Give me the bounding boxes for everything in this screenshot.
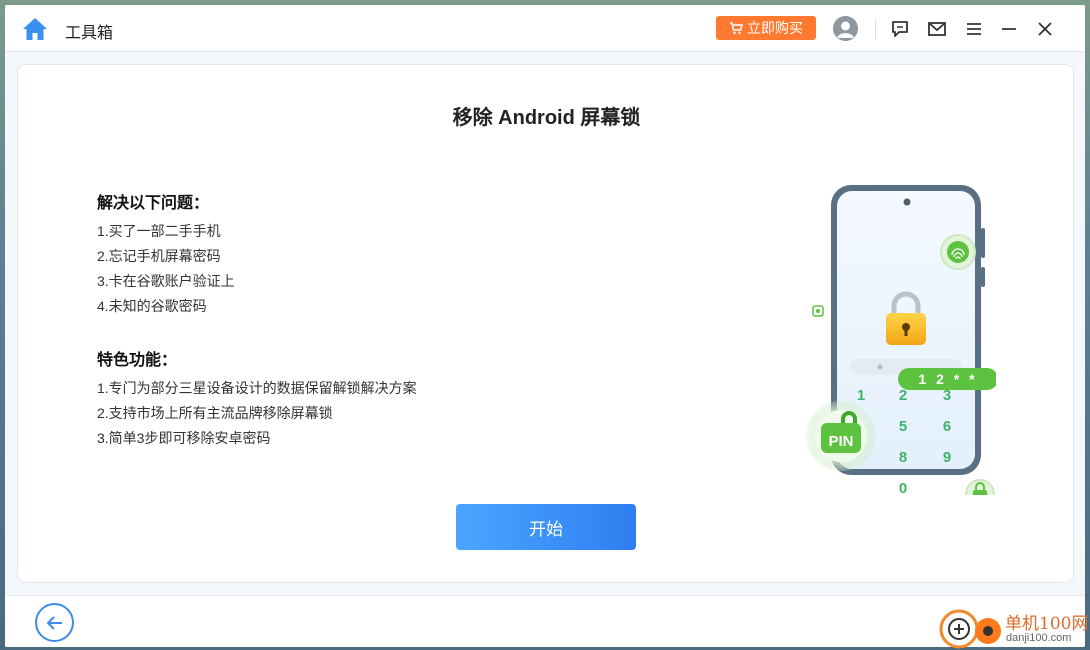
problem-item: 4.未知的谷歌密码: [97, 298, 207, 314]
keypad-key: 6: [943, 418, 951, 435]
phone-unlock-illustration: 1 2 * * 1 2 3 5 6 8 9 0 PIN: [786, 165, 998, 509]
watermark-name: 单机100网: [1005, 614, 1089, 634]
keypad-key: 9: [943, 449, 951, 466]
feature-item: 1.专门为部分三星设备设计的数据保留解锁解决方案: [97, 380, 417, 396]
problem-item: 3.卡在谷歌账户验证上: [97, 273, 235, 289]
title-bar: 工具箱 立即购买: [5, 5, 1085, 52]
watermark-url: danji100.com: [1006, 632, 1072, 644]
app-title: 工具箱: [65, 25, 114, 42]
close-icon[interactable]: [1034, 18, 1056, 40]
pin-badge: PIN: [828, 433, 853, 450]
user-icon: [833, 16, 858, 41]
feature-item: 2.支持市场上所有主流品牌移除屏幕锁: [97, 405, 333, 421]
problems-section: 解决以下问题： 1.买了一部二手手机 2.忘记手机屏幕密码 3.卡在谷歌账户验证…: [97, 189, 235, 319]
minimize-icon[interactable]: [998, 18, 1020, 40]
menu-icon[interactable]: [963, 18, 985, 40]
toolbar-divider: [875, 19, 876, 39]
problems-title: 解决以下问题：: [97, 195, 210, 212]
problem-item: 2.忘记手机屏幕密码: [97, 248, 221, 264]
features-title: 特色功能：: [97, 352, 178, 369]
start-button[interactable]: 开始: [456, 504, 636, 550]
mail-icon[interactable]: [926, 18, 948, 40]
buy-now-button[interactable]: 立即购买: [716, 16, 816, 40]
feature-item: 3.简单3步即可移除安卓密码: [97, 430, 271, 446]
app-window: 工具箱 立即购买 移除 Android 屏幕锁 解决以下问题： 1.买了一部二手…: [5, 5, 1085, 647]
keypad-key: 1: [857, 387, 865, 404]
page-title: 移除 Android 屏幕锁: [452, 107, 641, 129]
buy-now-label: 立即购买: [747, 20, 803, 36]
arrow-left-icon: [46, 615, 62, 630]
keypad-key: 2: [899, 387, 907, 404]
home-icon[interactable]: [21, 15, 49, 43]
features-section: 特色功能： 1.专门为部分三星设备设计的数据保留解锁解决方案 2.支持市场上所有…: [97, 346, 417, 451]
code-badge: 1 2 * *: [918, 371, 977, 387]
problem-item: 1.买了一部二手手机: [97, 223, 221, 239]
cart-icon: [730, 22, 743, 34]
main-panel: 移除 Android 屏幕锁 解决以下问题： 1.买了一部二手手机 2.忘记手机…: [17, 64, 1074, 583]
keypad-key: 0: [899, 480, 907, 495]
keypad-key: 3: [943, 387, 951, 404]
feedback-icon[interactable]: [889, 18, 911, 40]
back-button[interactable]: [35, 603, 74, 642]
keypad-key: 8: [899, 449, 907, 466]
user-avatar[interactable]: [833, 16, 858, 41]
footer-bar: [5, 595, 1085, 647]
keypad-key: 5: [899, 418, 907, 435]
